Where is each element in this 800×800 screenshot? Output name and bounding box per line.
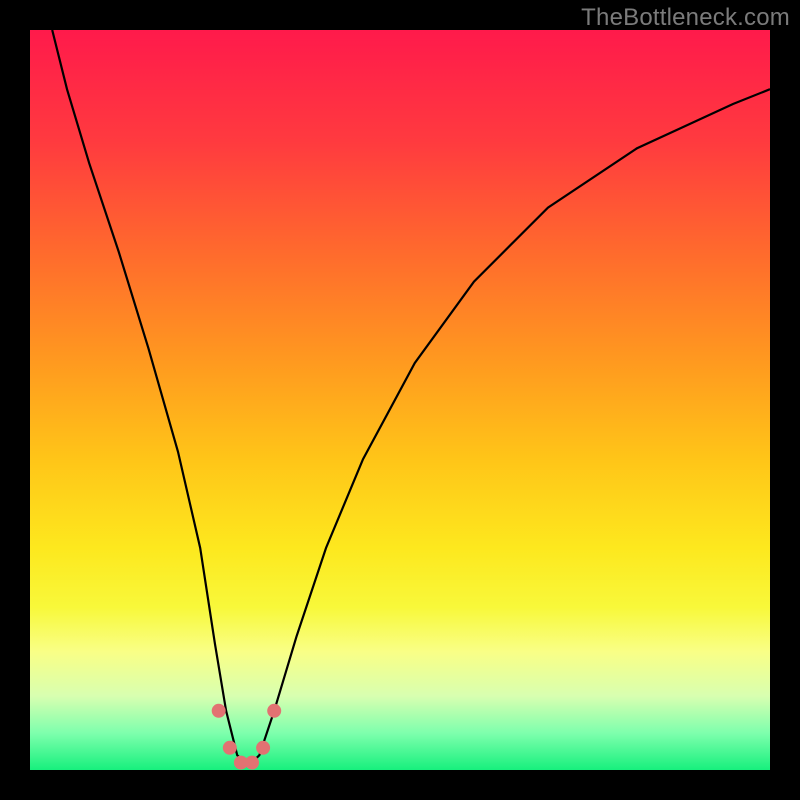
curve-markers [212, 704, 282, 770]
curve-marker [212, 704, 226, 718]
curve-marker [267, 704, 281, 718]
curve-marker [256, 741, 270, 755]
bottleneck-curve [52, 30, 770, 766]
curve-marker [245, 756, 259, 770]
curve-layer [30, 30, 770, 770]
watermark-text: TheBottleneck.com [581, 4, 790, 32]
plot-area [30, 30, 770, 770]
chart-frame: TheBottleneck.com [0, 0, 800, 800]
curve-marker [223, 741, 237, 755]
